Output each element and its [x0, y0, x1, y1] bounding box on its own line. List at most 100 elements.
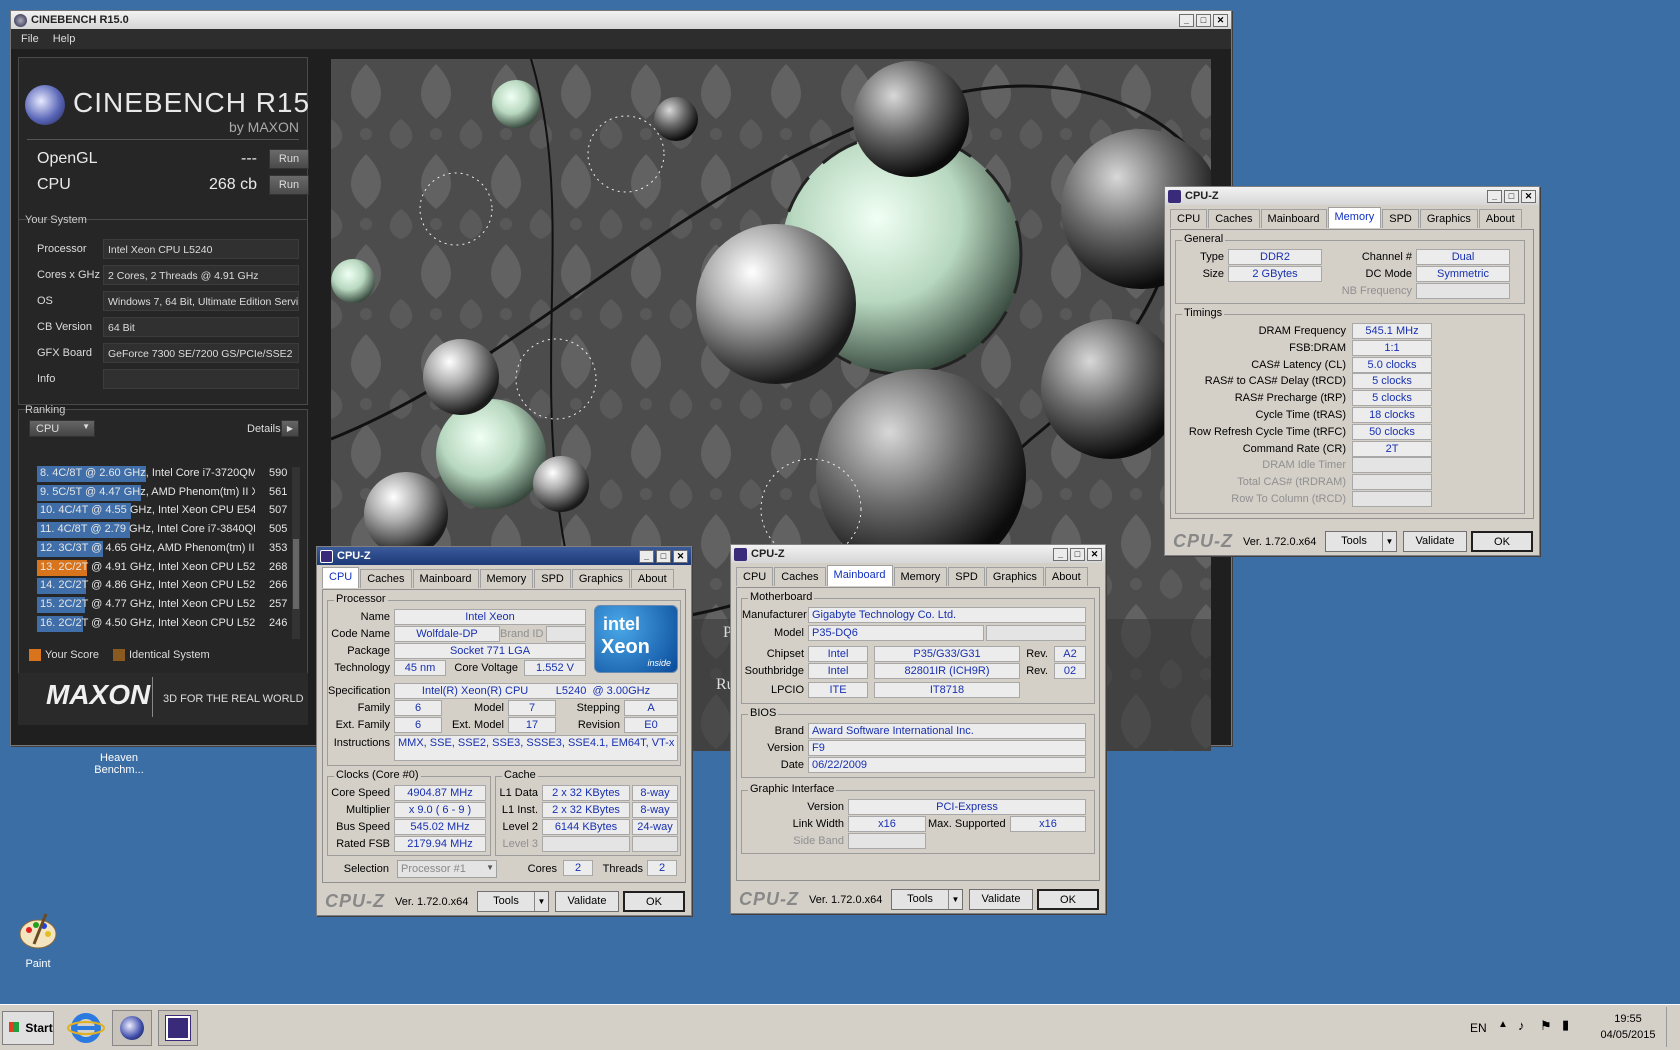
- ranking-row[interactable]: 10. 4C/4T @ 4.55 GHz, Intel Xeon CPU E54…: [37, 502, 295, 520]
- ranking-row[interactable]: 13. 2C/2T @ 4.91 GHz, Intel Xeon CPU L52…: [37, 559, 295, 577]
- minimize-button[interactable]: _: [1487, 189, 1502, 203]
- ranking-scrollbar[interactable]: [292, 467, 300, 639]
- minimize-button[interactable]: _: [639, 549, 654, 563]
- ok-button[interactable]: OK: [1037, 889, 1099, 910]
- chevron-down-icon[interactable]: ▼: [534, 892, 548, 911]
- maximize-button[interactable]: □: [1196, 13, 1211, 27]
- cpuz-titlebar[interactable]: CPU-Z _ □ ✕: [731, 545, 1105, 563]
- language-indicator[interactable]: EN: [1470, 1021, 1487, 1035]
- run-cpu-button[interactable]: Run: [269, 175, 309, 195]
- tab-cpu[interactable]: CPU: [736, 567, 774, 586]
- taskbar-cinebench[interactable]: [112, 1010, 152, 1046]
- group-title: Timings: [1182, 307, 1225, 319]
- system-value: GeForce 7300 SE/7200 GS/PCIe/SSE2: [103, 343, 299, 363]
- flag-icon[interactable]: ⚑: [1540, 1018, 1552, 1034]
- menu-file[interactable]: File: [21, 33, 39, 45]
- max-supported-label: Max. Supported: [928, 818, 1006, 830]
- ranking-select[interactable]: CPU ▼: [29, 420, 95, 437]
- tab-memory[interactable]: Memory: [893, 567, 948, 586]
- tab-graphics[interactable]: Graphics: [1419, 209, 1478, 228]
- tab-about[interactable]: About: [1478, 209, 1522, 228]
- scrollbar-thumb[interactable]: [293, 539, 299, 609]
- windows-logo-icon: [9, 1022, 19, 1032]
- tab-caches[interactable]: Caches: [1208, 209, 1260, 228]
- run-opengl-button[interactable]: Run: [269, 149, 309, 169]
- nb-frequency-value: [1416, 283, 1510, 299]
- network-icon[interactable]: ▮: [1562, 1017, 1569, 1033]
- taskbar-cpuz[interactable]: [158, 1010, 198, 1046]
- minimize-button[interactable]: _: [1179, 13, 1194, 27]
- cores-value: 2: [563, 860, 593, 876]
- processor-select[interactable]: Processor #1 ▼: [397, 860, 497, 878]
- clock-date[interactable]: 04/05/2015: [1592, 1029, 1664, 1041]
- tab-spd[interactable]: SPD: [1382, 209, 1419, 228]
- ranking-row[interactable]: 9. 5C/5T @ 4.47 GHz, AMD Phenom(tm) II X…: [37, 484, 295, 502]
- tab-cpu[interactable]: CPU: [1170, 209, 1208, 228]
- ranking-row[interactable]: 16. 2C/2T @ 4.50 GHz, Intel Xeon CPU L52…: [37, 615, 295, 633]
- ranking-row[interactable]: 15. 2C/2T @ 4.77 GHz, Intel Xeon CPU L52…: [37, 596, 295, 614]
- tray-expand-icon[interactable]: ▲: [1498, 1019, 1508, 1030]
- volume-icon[interactable]: ♪: [1518, 1018, 1525, 1033]
- timing-label: FSB:DRAM: [1289, 341, 1346, 354]
- desktop-icon-paint[interactable]: Paint: [10, 910, 66, 970]
- tools-button[interactable]: Tools ▼: [891, 889, 963, 910]
- ok-button[interactable]: OK: [1471, 531, 1533, 552]
- start-button[interactable]: Start: [2, 1011, 54, 1045]
- clock-time[interactable]: 19:55: [1598, 1013, 1658, 1025]
- dc-mode-value: Symmetric: [1416, 266, 1510, 282]
- tab-caches[interactable]: Caches: [360, 569, 412, 588]
- ok-button[interactable]: OK: [623, 891, 685, 912]
- validate-button[interactable]: Validate: [555, 891, 619, 912]
- close-button[interactable]: ✕: [673, 549, 688, 563]
- tab-memory[interactable]: Memory: [1327, 207, 1382, 228]
- tools-label: Tools: [907, 893, 933, 905]
- tab-about[interactable]: About: [1044, 567, 1088, 586]
- menu-help[interactable]: Help: [53, 33, 76, 45]
- close-button[interactable]: ✕: [1521, 189, 1536, 203]
- tab-caches[interactable]: Caches: [774, 567, 826, 586]
- minimize-button[interactable]: _: [1053, 547, 1068, 561]
- validate-button[interactable]: Validate: [969, 889, 1033, 910]
- cinebench-titlebar[interactable]: CINEBENCH R15.0 _ □ ✕: [11, 11, 1231, 29]
- group-title: Cache: [502, 769, 538, 781]
- taskbar-ie[interactable]: [66, 1010, 106, 1046]
- timing-label: CAS# Latency (CL): [1251, 358, 1346, 371]
- chevron-down-icon[interactable]: ▼: [948, 890, 962, 909]
- ranking-row[interactable]: 14. 2C/2T @ 4.86 GHz, Intel Xeon CPU L52…: [37, 577, 295, 595]
- brandid-label: Brand ID: [500, 628, 544, 640]
- details-label: Details: [247, 423, 281, 435]
- tab-memory[interactable]: Memory: [479, 569, 534, 588]
- show-desktop-button[interactable]: [1666, 1007, 1678, 1047]
- ranking-row[interactable]: 12. 3C/3T @ 4.65 GHz, AMD Phenom(tm) II …: [37, 540, 295, 558]
- details-button[interactable]: ▶: [281, 420, 299, 437]
- dc-mode-label: DC Mode: [1365, 268, 1412, 280]
- tools-button[interactable]: Tools ▼: [477, 891, 549, 912]
- tab-spd[interactable]: SPD: [534, 569, 571, 588]
- logo-sub: by MAXON: [229, 119, 300, 135]
- tab-graphics[interactable]: Graphics: [985, 567, 1044, 586]
- tab-mainboard[interactable]: Mainboard: [1260, 209, 1327, 228]
- maximize-button[interactable]: □: [656, 549, 671, 563]
- close-button[interactable]: ✕: [1213, 13, 1228, 27]
- tools-button[interactable]: Tools ▼: [1325, 531, 1397, 552]
- tab-about[interactable]: About: [630, 569, 674, 588]
- tab-mainboard[interactable]: Mainboard: [412, 569, 479, 588]
- maximize-button[interactable]: □: [1070, 547, 1085, 561]
- tab-cpu[interactable]: CPU: [322, 567, 360, 588]
- ranking-row[interactable]: 8. 4C/8T @ 2.60 GHz, Intel Core i7-3720Q…: [37, 465, 295, 483]
- chevron-down-icon[interactable]: ▼: [1382, 532, 1396, 551]
- tab-graphics[interactable]: Graphics: [571, 569, 630, 588]
- cpuz-titlebar[interactable]: CPU-Z _ □ ✕: [317, 547, 691, 565]
- desktop-icon-heaven[interactable]: Heaven Benchm...: [84, 752, 154, 776]
- close-button[interactable]: ✕: [1087, 547, 1102, 561]
- ranking-row[interactable]: 11. 4C/8T @ 2.79 GHz, Intel Core i7-3840…: [37, 521, 295, 539]
- family-value: 6: [394, 700, 442, 716]
- validate-button[interactable]: Validate: [1403, 531, 1467, 552]
- cpuz-titlebar[interactable]: CPU-Z _ □ ✕: [1165, 187, 1539, 205]
- instructions-label: Instructions: [333, 737, 390, 749]
- test-cpu: CPU 268 cb Run: [29, 174, 319, 198]
- tab-mainboard[interactable]: Mainboard: [826, 565, 893, 586]
- maximize-button[interactable]: □: [1504, 189, 1519, 203]
- tab-spd[interactable]: SPD: [948, 567, 985, 586]
- processor-group: Processor Name Intel Xeon Code Name Wolf…: [327, 593, 681, 766]
